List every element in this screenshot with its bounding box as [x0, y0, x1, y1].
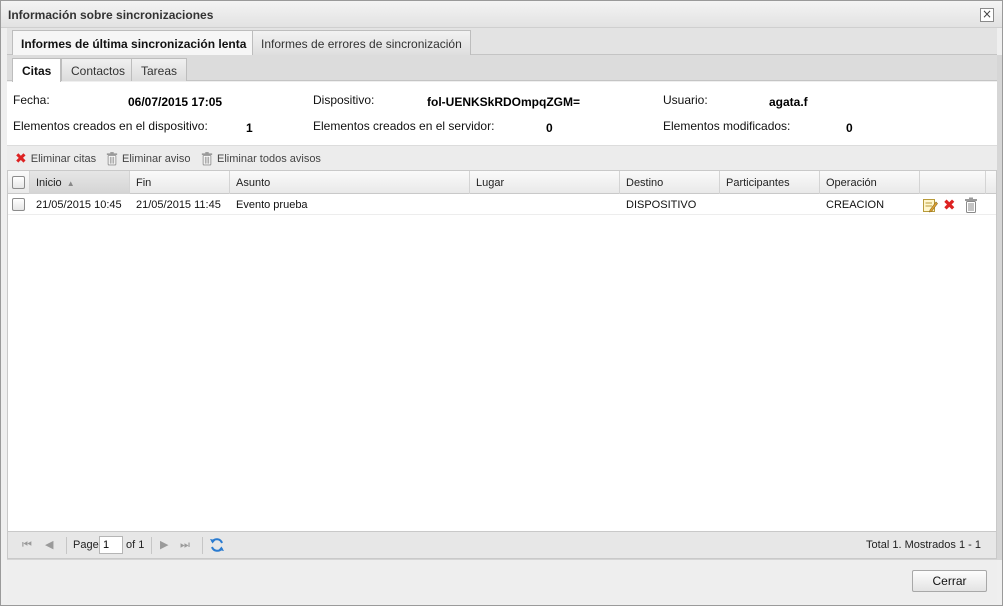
tab-label: Informes de última sincronización lenta: [21, 37, 247, 51]
close-window-icon[interactable]: ×: [980, 8, 994, 22]
column-label: Destino: [626, 177, 664, 189]
tab-label: Citas: [22, 64, 52, 78]
item-type-tabs: Citas Contactos Tareas: [7, 55, 997, 82]
column-label: Fin: [136, 177, 152, 189]
page-of-label: of 1: [126, 539, 145, 551]
cell-operacion: CREACION: [826, 199, 885, 211]
refresh-icon[interactable]: [209, 537, 225, 553]
delete-aviso-label: Eliminar aviso: [122, 152, 191, 165]
created-on-device-label: Elementos creados en el dispositivo:: [13, 119, 208, 133]
tab-label: Contactos: [71, 64, 126, 78]
cerrar-button[interactable]: Cerrar: [912, 570, 987, 592]
grid-toolbar: ✖ Eliminar citas Eliminar aviso Eliminar…: [7, 145, 997, 170]
column-label: Lugar: [476, 177, 505, 189]
trash-icon: [106, 152, 118, 166]
pager-separator: [202, 537, 203, 554]
column-header-destino[interactable]: Destino: [620, 171, 720, 194]
tab-slow-sync-report[interactable]: Informes de última sincronización lenta: [12, 30, 256, 56]
pager-separator: [151, 537, 152, 554]
page-number-input[interactable]: [99, 536, 123, 554]
dialog-footer: Cerrar: [7, 559, 997, 603]
column-header-participantes[interactable]: Participantes: [720, 171, 820, 194]
delete-all-avisos-label: Eliminar todos avisos: [217, 152, 321, 165]
pager-summary: Total 1. Mostrados 1 - 1: [866, 539, 981, 551]
page-label: Page: [73, 539, 99, 551]
row-checkbox[interactable]: [12, 198, 25, 211]
select-all-checkbox[interactable]: [12, 176, 25, 189]
delete-all-avisos-button[interactable]: Eliminar todos avisos: [201, 150, 321, 167]
tab-sync-errors-report[interactable]: Informes de errores de sincronización: [252, 30, 471, 55]
grid-header: Inicio ▲ Fin Asunto Lugar Destino Partic…: [8, 171, 996, 194]
created-on-device-value: 1: [246, 121, 253, 135]
created-on-server-value: 0: [546, 121, 553, 135]
tab-label: Tareas: [141, 64, 178, 78]
cell-destino: DISPOSITIVO: [626, 199, 697, 211]
edit-icon[interactable]: [922, 197, 938, 213]
first-page-icon[interactable]: ⏮: [22, 538, 32, 552]
tab-label: Informes de errores de sincronización: [261, 37, 462, 51]
prev-page-icon[interactable]: ◀: [45, 538, 53, 551]
trash-icon: [201, 152, 213, 166]
grid-pager: ⏮ ◀ Page of 1 ▶ ⏭ Total 1. Mostrados 1 -…: [7, 532, 997, 559]
delete-x-icon: ✖: [15, 150, 27, 167]
window-title: Información sobre sincronizaciones: [8, 8, 214, 22]
delete-citas-button[interactable]: ✖ Eliminar citas: [15, 150, 96, 167]
column-header-asunto[interactable]: Asunto: [230, 171, 470, 194]
sort-asc-icon: ▲: [66, 179, 75, 188]
pager-separator: [66, 537, 67, 554]
created-on-server-label: Elementos creados en el servidor:: [313, 119, 495, 133]
delete-row-icon[interactable]: ✖: [943, 196, 956, 214]
tab-citas[interactable]: Citas: [12, 58, 62, 82]
report-tabs: Informes de última sincronización lenta …: [7, 28, 997, 56]
column-header-fin[interactable]: Fin: [130, 171, 230, 194]
column-label: Asunto: [236, 177, 271, 189]
table-row[interactable]: 21/05/2015 10:45 21/05/2015 11:45 Evento…: [8, 194, 996, 215]
modified-value: 0: [846, 121, 853, 135]
column-header-inicio[interactable]: Inicio ▲: [30, 171, 130, 194]
next-page-icon[interactable]: ▶: [160, 538, 168, 551]
cell-participantes: [720, 194, 732, 215]
sync-summary-panel: Fecha: 06/07/2015 17:05 Dispositivo: fol…: [7, 82, 997, 145]
window-right-edge: [997, 55, 1002, 560]
fecha-label: Fecha:: [13, 93, 50, 107]
column-header-operacion[interactable]: Operación: [820, 171, 920, 194]
cell-fin: 21/05/2015 11:45: [136, 199, 221, 211]
header-select-all[interactable]: [8, 171, 30, 194]
last-page-icon[interactable]: ⏭: [180, 538, 190, 552]
delete-aviso-button[interactable]: Eliminar aviso: [106, 150, 190, 167]
sync-info-window: Información sobre sincronizaciones × Inf…: [0, 0, 1003, 606]
window-titlebar[interactable]: Información sobre sincronizaciones ×: [1, 1, 1002, 28]
modified-label: Elementos modificados:: [663, 119, 791, 133]
column-label: Operación: [826, 177, 877, 189]
usuario-value: agata.f: [769, 95, 808, 109]
tab-contactos[interactable]: Contactos: [61, 58, 136, 81]
fecha-value: 06/07/2015 17:05: [128, 95, 223, 109]
cell-inicio: 21/05/2015 10:45: [36, 199, 122, 211]
cell-asunto: Evento prueba: [236, 199, 308, 211]
dispositivo-label: Dispositivo:: [313, 93, 375, 107]
column-label: Participantes: [726, 177, 790, 189]
usuario-label: Usuario:: [663, 93, 708, 107]
citas-grid: Inicio ▲ Fin Asunto Lugar Destino Partic…: [7, 170, 997, 532]
delete-citas-label: Eliminar citas: [30, 152, 97, 165]
tab-tareas[interactable]: Tareas: [131, 58, 188, 81]
dispositivo-value: fol-UENKSkRDOmpqZGM=: [427, 95, 580, 109]
trash-row-icon[interactable]: [964, 197, 978, 213]
cell-lugar: [470, 194, 482, 215]
column-label: Inicio: [36, 177, 62, 189]
column-header-actions: [920, 171, 986, 194]
column-header-lugar[interactable]: Lugar: [470, 171, 620, 194]
